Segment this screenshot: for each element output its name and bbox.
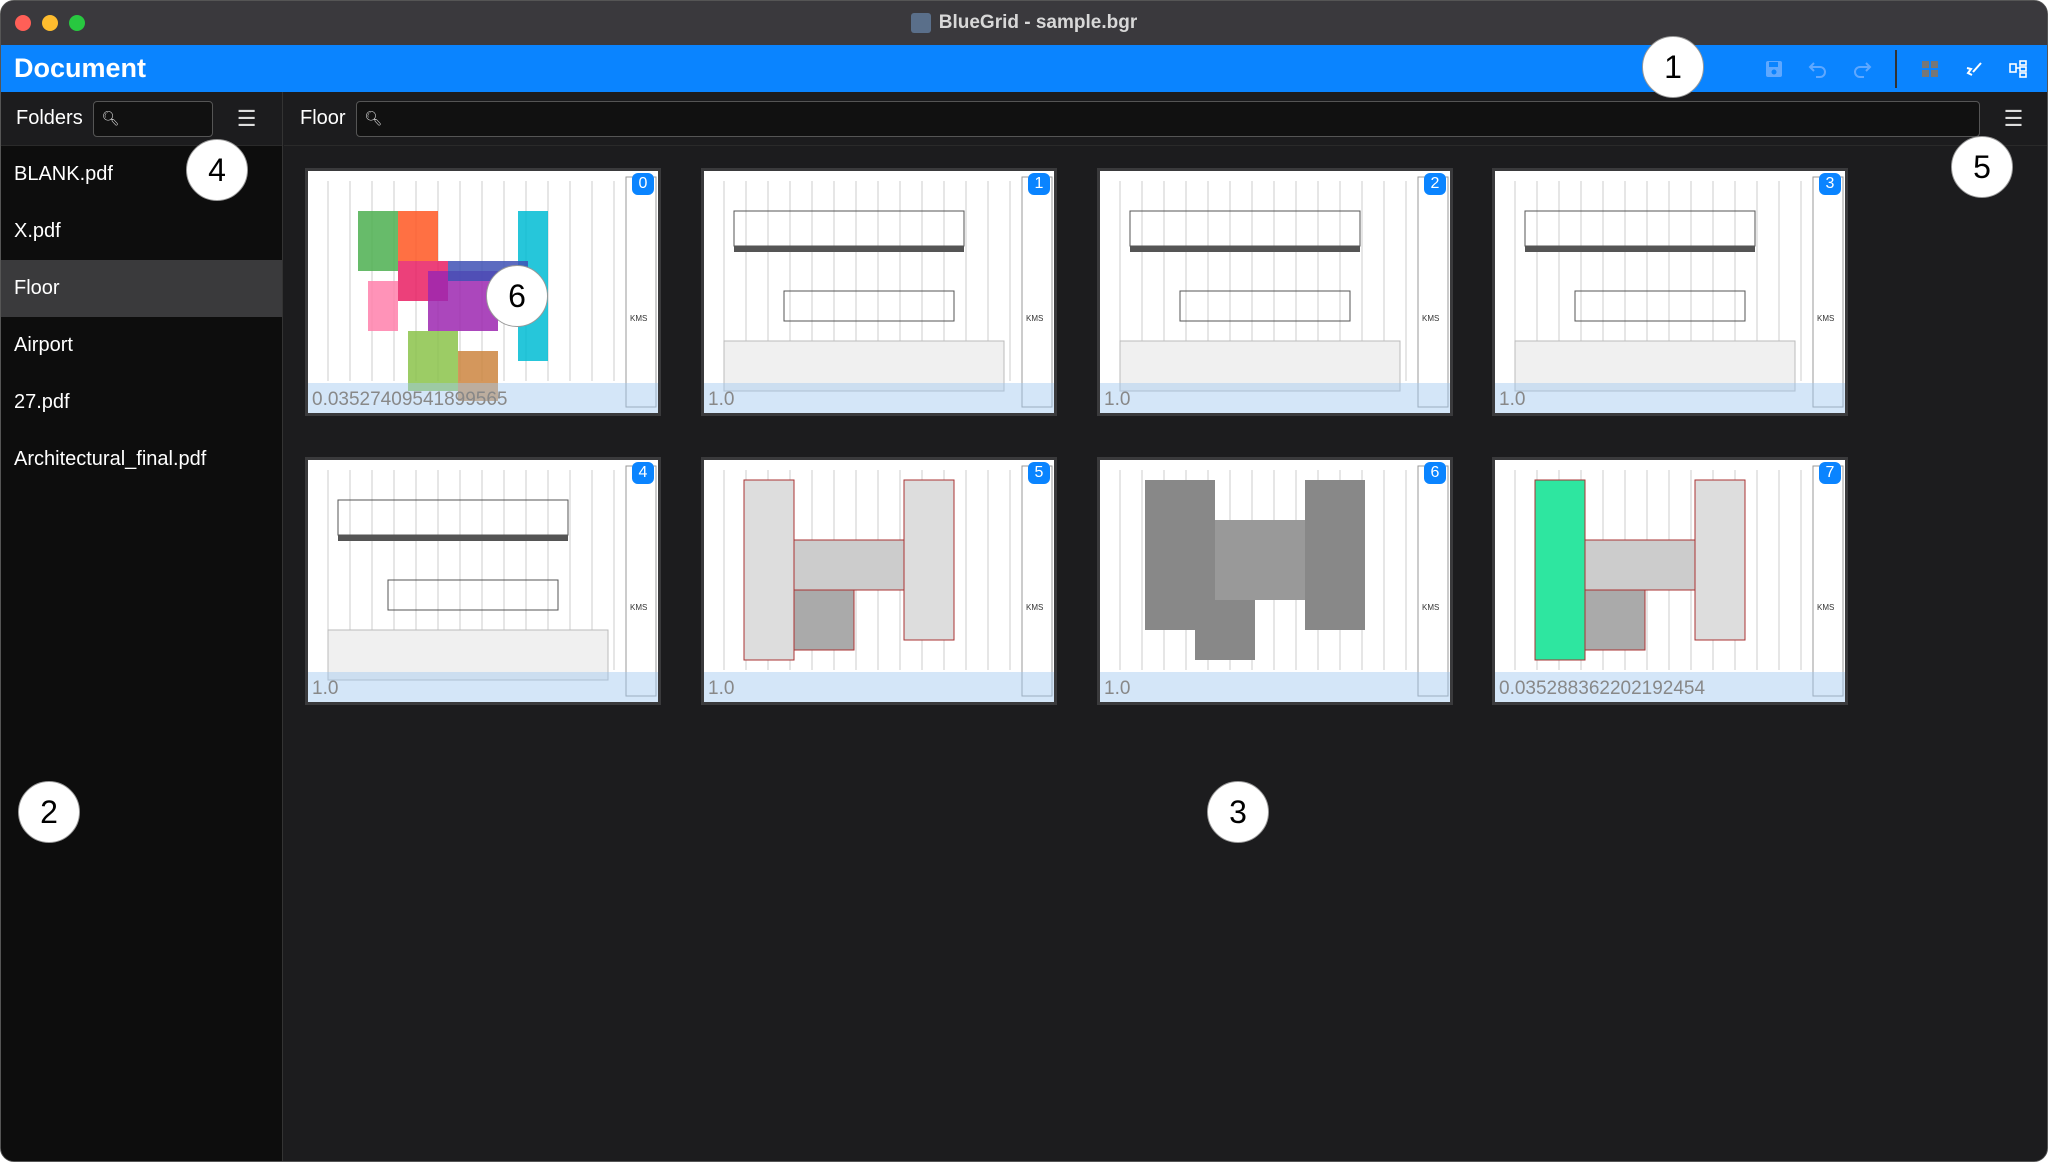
app-window: BlueGrid - sample.bgr Document Folders 🔍… xyxy=(0,0,2048,1162)
page-preview: KMS xyxy=(723,176,1053,408)
sidebar-item-label: 27.pdf xyxy=(14,391,70,413)
sidebar-item-label: Architectural_final.pdf xyxy=(14,448,207,470)
callout-marker: 1 xyxy=(1642,36,1704,98)
title-bar: BlueGrid - sample.bgr xyxy=(1,1,2047,45)
page-scale-label: 0.03527409541899565 xyxy=(308,383,658,413)
annotate-icon[interactable] xyxy=(1963,58,1985,80)
sidebar-item[interactable]: 27.pdf xyxy=(1,374,282,431)
document-header: Document xyxy=(1,45,2047,92)
save-icon[interactable] xyxy=(1763,58,1785,80)
svg-text:KMS: KMS xyxy=(1026,314,1043,323)
svg-text:KMS: KMS xyxy=(1817,314,1834,323)
thumbnail-area: Floor 🔍︎ ☰ KMS 0 0.03527409541899565 KMS 1 1.… xyxy=(284,92,2047,1161)
page-scale-label: 1.0 xyxy=(1100,383,1450,413)
svg-text:KMS: KMS xyxy=(1817,603,1834,612)
search-icon: 🔍︎ xyxy=(101,110,120,126)
page-scale-label: 1.0 xyxy=(308,672,658,702)
page-scale-label: 1.0 xyxy=(1495,383,1845,413)
page-thumbnail[interactable]: KMS 7 0.035288362202192454 xyxy=(1492,457,1848,705)
callout-marker: 3 xyxy=(1207,781,1269,843)
page-thumbnail[interactable]: KMS 4 1.0 xyxy=(305,457,661,705)
callout-marker: 6 xyxy=(486,265,548,327)
sidebar-item-label: BLANK.pdf xyxy=(14,163,113,185)
page-scale-label: 1.0 xyxy=(1100,672,1450,702)
page-index-badge: 0 xyxy=(632,173,654,195)
page-thumbnail[interactable]: KMS 0 0.03527409541899565 xyxy=(305,168,661,416)
sidebar-item[interactable]: Floor xyxy=(1,260,282,317)
sidebar-item-label: Floor xyxy=(14,277,60,299)
page-preview: KMS xyxy=(1514,176,1844,408)
page-preview: KMS xyxy=(1119,465,1449,697)
page-index-badge: 5 xyxy=(1028,462,1050,484)
callout-marker: 5 xyxy=(1951,136,2013,198)
page-preview: KMS xyxy=(1514,465,1844,697)
page-thumbnail[interactable]: KMS 5 1.0 xyxy=(701,457,1057,705)
svg-text:KMS: KMS xyxy=(1422,603,1439,612)
grid-view-icon[interactable] xyxy=(1919,58,1941,80)
callout-marker: 4 xyxy=(186,139,248,201)
page-search-input[interactable]: 🔍︎ xyxy=(355,100,1980,137)
page-index-badge: 3 xyxy=(1819,173,1841,195)
page-preview: KMS xyxy=(1119,176,1449,408)
page-index-badge: 2 xyxy=(1424,173,1446,195)
page-index-badge: 7 xyxy=(1819,462,1841,484)
svg-text:KMS: KMS xyxy=(630,314,647,323)
zoom-button[interactable] xyxy=(69,15,85,31)
sidebar-item[interactable]: Airport xyxy=(1,317,282,374)
pages-menu-icon[interactable]: ☰ xyxy=(2004,106,2024,132)
folder-label: Floor xyxy=(300,107,346,129)
page-thumbnail[interactable]: KMS 6 1.0 xyxy=(1097,457,1453,705)
folders-label: Folders xyxy=(16,107,83,129)
close-button[interactable] xyxy=(15,15,31,31)
page-title: Document xyxy=(14,53,147,83)
page-index-badge: 6 xyxy=(1424,462,1446,484)
hierarchy-icon[interactable] xyxy=(2007,58,2029,80)
callout-marker: 2 xyxy=(18,781,80,843)
folders-sidebar: Folders 🔍︎ ☰ BLANK.pdf X.pdf Floor Airpo… xyxy=(1,92,283,1161)
window-title: BlueGrid - sample.bgr xyxy=(938,12,1138,33)
page-preview: KMS xyxy=(327,465,657,697)
page-thumbnail[interactable]: KMS 2 1.0 xyxy=(1097,168,1453,416)
folders-menu-icon[interactable]: ☰ xyxy=(237,106,257,132)
page-scale-label: 1.0 xyxy=(704,672,1054,702)
svg-text:KMS: KMS xyxy=(1422,314,1439,323)
page-index-badge: 4 xyxy=(632,462,654,484)
redo-icon[interactable] xyxy=(1851,58,1873,80)
folders-search-input[interactable]: 🔍︎ xyxy=(92,100,213,137)
app-icon xyxy=(910,13,931,33)
undo-icon[interactable] xyxy=(1807,58,1829,80)
page-preview: KMS xyxy=(723,465,1053,697)
sidebar-item-label: X.pdf xyxy=(14,220,61,242)
toolbar-divider xyxy=(1895,49,1897,88)
page-preview: KMS xyxy=(327,176,657,408)
sidebar-item[interactable]: Architectural_final.pdf xyxy=(1,431,282,488)
minimize-button[interactable] xyxy=(42,15,58,31)
svg-text:KMS: KMS xyxy=(630,603,647,612)
sidebar-item-label: Airport xyxy=(14,334,73,356)
page-thumbnail[interactable]: KMS 3 1.0 xyxy=(1492,168,1848,416)
page-scale-label: 0.035288362202192454 xyxy=(1495,672,1845,702)
svg-text:KMS: KMS xyxy=(1026,603,1043,612)
sidebar-item[interactable]: X.pdf xyxy=(1,203,282,260)
search-icon: 🔍︎ xyxy=(364,110,383,126)
page-scale-label: 1.0 xyxy=(704,383,1054,413)
page-thumbnail[interactable]: KMS 1 1.0 xyxy=(701,168,1057,416)
page-index-badge: 1 xyxy=(1028,173,1050,195)
